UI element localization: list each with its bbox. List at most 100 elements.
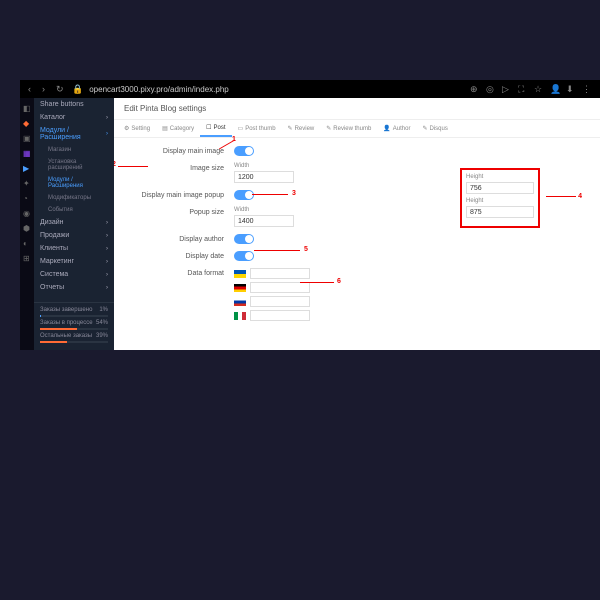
flag-ru-icon — [234, 298, 246, 306]
chevron-right-icon: › — [106, 220, 108, 226]
sidebar-item-catalog[interactable]: Каталог› — [34, 111, 114, 124]
chevron-right-icon: › — [106, 272, 108, 278]
annotation-4: 4 — [578, 193, 582, 200]
sidebar-sub-installer[interactable]: Установка расширений — [34, 156, 114, 174]
tab-review-thumb[interactable]: ✎Review thumb — [320, 120, 377, 137]
tb-icon-5[interactable]: ☆ — [534, 84, 544, 94]
tab-category[interactable]: ▤Category — [156, 120, 200, 137]
settings-form: Display main image Image size Width Disp… — [114, 138, 600, 336]
toggle-display-author[interactable] — [234, 234, 254, 244]
image-icon: ▭ — [238, 125, 244, 132]
flag-it-icon — [234, 312, 246, 320]
label-display-main-image: Display main image — [124, 146, 234, 155]
chevron-right-icon: › — [106, 131, 108, 137]
label-width: Width — [234, 163, 294, 169]
annotation-2: 2 — [114, 161, 116, 168]
input-format-ua[interactable] — [250, 268, 310, 279]
chevron-right-icon: › — [106, 285, 108, 291]
sidebar-item-sales[interactable]: Продажи› — [34, 229, 114, 242]
arrow-6 — [300, 282, 334, 283]
app-icon-2[interactable]: ◆ — [23, 119, 31, 127]
menu-icon[interactable]: ⋮ — [582, 84, 592, 94]
sidebar-sub-modules[interactable]: Модули / Расширения — [34, 174, 114, 192]
label-display-date: Display date — [124, 251, 234, 260]
tab-author[interactable]: 👤Author — [377, 120, 416, 137]
label-height: Height — [466, 198, 534, 204]
sidebar-item-share[interactable]: Share buttons — [34, 98, 114, 111]
app-icon-1[interactable]: ◧ — [23, 104, 31, 112]
app-icon-8[interactable]: ◉ — [23, 209, 31, 217]
toggle-display-main-image-popup[interactable] — [234, 190, 254, 200]
flag-de-icon — [234, 284, 246, 292]
input-image-height[interactable] — [466, 182, 534, 194]
label-width: Width — [234, 207, 294, 213]
annotation-6: 6 — [337, 278, 341, 285]
input-popup-width[interactable] — [234, 215, 294, 227]
arrow-2 — [118, 166, 148, 167]
tab-post[interactable]: ☐Post — [200, 120, 231, 137]
arrow-4 — [546, 196, 576, 197]
url-bar[interactable]: opencart3000.pixy.pro/admin/index.php — [89, 85, 464, 94]
browser-topbar: ‹ › ↻ 🔒 opencart3000.pixy.pro/admin/inde… — [20, 80, 600, 98]
folder-icon: ▤ — [162, 125, 168, 132]
toggle-display-date[interactable] — [234, 251, 254, 261]
sidebar-sub-modifications[interactable]: Модификаторы — [34, 192, 114, 204]
app-icon-7[interactable]: ◔ — [23, 194, 31, 202]
admin-sidebar: Share buttons Каталог› Модули / Расширен… — [34, 98, 114, 350]
annotation-5: 5 — [304, 246, 308, 253]
download-icon[interactable]: ⬇ — [566, 84, 576, 94]
tab-post-thumb[interactable]: ▭Post thumb — [232, 120, 282, 137]
sidebar-item-customers[interactable]: Клиенты› — [34, 242, 114, 255]
tab-disqus[interactable]: ✎Disqus — [416, 120, 453, 137]
sidebar-sub-events[interactable]: События — [34, 204, 114, 216]
annotation-3: 3 — [292, 190, 296, 197]
back-icon[interactable]: ‹ — [28, 84, 38, 95]
flag-ua-icon — [234, 270, 246, 278]
sidebar-item-modules[interactable]: Модули / Расширения› — [34, 124, 114, 144]
user-icon: 👤 — [383, 125, 390, 132]
input-format-ru[interactable] — [250, 296, 310, 307]
sidebar-sub-store[interactable]: Магазин — [34, 144, 114, 156]
app-icon-10[interactable]: ◐ — [23, 239, 31, 247]
arrow-5 — [254, 250, 300, 251]
label-data-format: Data format — [124, 268, 234, 277]
tab-review[interactable]: ✎Review — [282, 120, 321, 137]
label-height: Height — [466, 174, 534, 180]
height-highlight-box: Height Height — [460, 168, 540, 228]
tb-icon-6[interactable]: 👤 — [550, 84, 560, 94]
chevron-right-icon: › — [106, 246, 108, 252]
chevron-right-icon: › — [106, 259, 108, 265]
label-image-size: Image size — [124, 163, 234, 172]
app-icon-9[interactable]: ⬢ — [23, 224, 31, 232]
sidebar-item-system[interactable]: Система› — [34, 268, 114, 281]
input-image-width[interactable] — [234, 171, 294, 183]
chevron-right-icon: › — [106, 115, 108, 121]
tab-setting[interactable]: ⚙Setting — [118, 120, 156, 137]
label-display-main-image-popup: Display main image popup — [124, 190, 234, 199]
pencil-icon: ✎ — [326, 125, 331, 132]
input-format-de[interactable] — [250, 282, 310, 293]
tb-icon-1[interactable]: ⊕ — [470, 84, 480, 94]
sidebar-item-design[interactable]: Дизайн› — [34, 216, 114, 229]
forward-icon[interactable]: › — [42, 84, 52, 95]
app-icon-5[interactable]: ▶ — [23, 164, 31, 172]
page-title: Edit Pinta Blog settings — [114, 98, 600, 120]
input-format-it[interactable] — [250, 310, 310, 321]
label-display-author: Display author — [124, 234, 234, 243]
reload-icon[interactable]: ↻ — [56, 84, 66, 95]
tb-icon-2[interactable]: ◎ — [486, 84, 496, 94]
lock-icon: 🔒 — [72, 84, 83, 95]
sidebar-item-reports[interactable]: Отчеты› — [34, 281, 114, 294]
arrow-3 — [252, 194, 288, 195]
input-popup-height[interactable] — [466, 206, 534, 218]
app-icon-4[interactable]: ▦ — [23, 149, 31, 157]
tb-icon-3[interactable]: ▷ — [502, 84, 512, 94]
app-icon-3[interactable]: ▣ — [23, 134, 31, 142]
tb-icon-4[interactable]: ⛶ — [518, 84, 528, 94]
label-popup-size: Popup size — [124, 207, 234, 216]
tabs-bar: ⚙Setting ▤Category ☐Post ▭Post thumb ✎Re… — [114, 120, 600, 138]
app-icon-11[interactable]: ⊞ — [23, 254, 31, 262]
app-icon-6[interactable]: ✦ — [23, 179, 31, 187]
toggle-display-main-image[interactable] — [234, 146, 254, 156]
sidebar-item-marketing[interactable]: Маркетинг› — [34, 255, 114, 268]
